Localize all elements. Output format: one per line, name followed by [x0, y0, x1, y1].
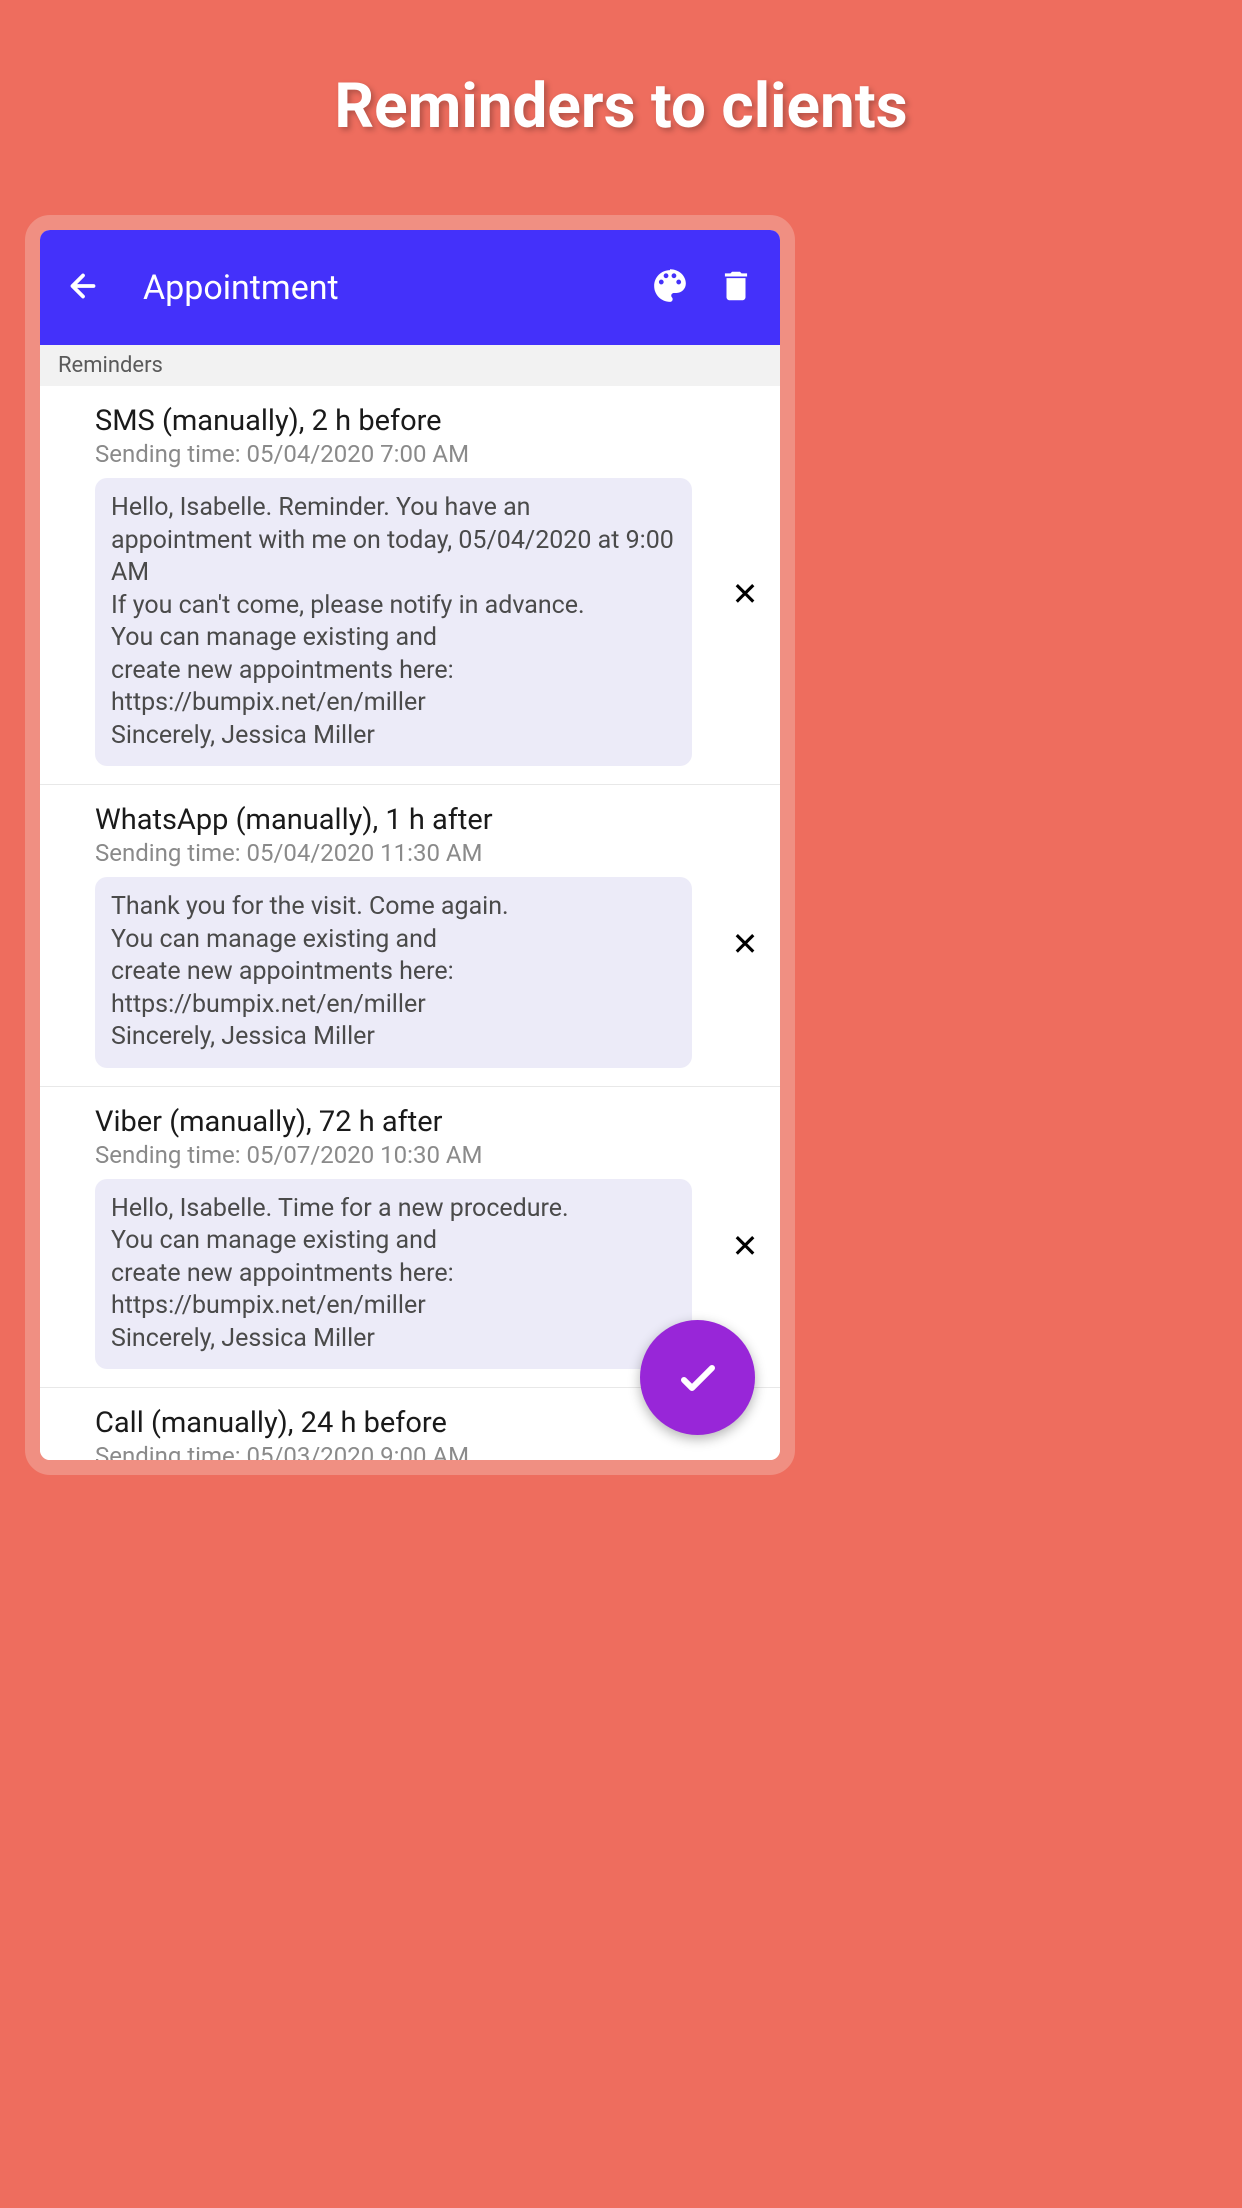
phone-screen: Appointment Reminders SMS (manually), 2 …: [25, 215, 795, 1475]
app-title: Appointment: [143, 268, 623, 308]
reminder-item[interactable]: WhatsApp (manually), 1 h after Sending t…: [40, 785, 780, 1087]
confirm-fab-button[interactable]: [640, 1320, 755, 1435]
close-icon: ✕: [732, 575, 759, 613]
delete-reminder-button[interactable]: ✕: [710, 803, 780, 1086]
reminder-body: Hello, Isabelle. Time for a new procedur…: [95, 1179, 692, 1370]
reminder-body: Hello, Isabelle. Reminder. You have an a…: [95, 478, 692, 766]
section-header: Reminders: [40, 345, 780, 386]
close-icon: ✕: [732, 1227, 759, 1265]
page-title: Reminders to clients: [0, 0, 1242, 143]
delete-reminder-button[interactable]: ✕: [710, 404, 780, 784]
reminder-time: Sending time: 05/03/2020 9:00 AM: [95, 1442, 762, 1470]
reminder-title: WhatsApp (manually), 1 h after: [95, 803, 692, 837]
close-icon: ✕: [732, 925, 759, 963]
reminder-title: Viber (manually), 72 h after: [95, 1105, 692, 1139]
reminder-title: SMS (manually), 2 h before: [95, 404, 692, 438]
back-arrow-icon[interactable]: [65, 268, 101, 308]
reminder-time: Sending time: 05/04/2020 11:30 AM: [95, 839, 692, 867]
palette-icon[interactable]: [623, 267, 689, 309]
reminder-body: Thank you for the visit. Come again. You…: [95, 877, 692, 1068]
reminder-time: Sending time: 05/07/2020 10:30 AM: [95, 1141, 692, 1169]
trash-icon[interactable]: [689, 267, 755, 309]
reminder-time: Sending time: 05/04/2020 7:00 AM: [95, 440, 692, 468]
reminders-list: SMS (manually), 2 h before Sending time:…: [40, 386, 780, 1475]
reminder-item[interactable]: SMS (manually), 2 h before Sending time:…: [40, 386, 780, 785]
app-header: Appointment: [40, 230, 780, 345]
